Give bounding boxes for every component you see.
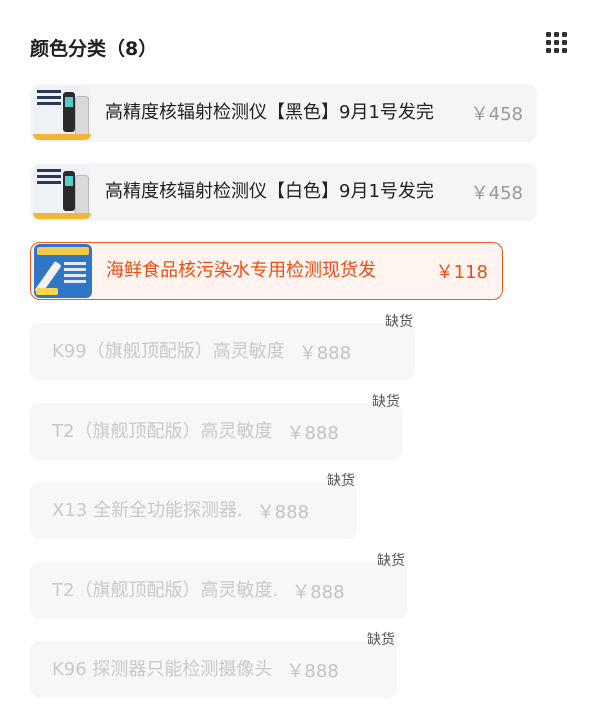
option-name: K99（旗舰顶配版）高灵敏度 — [52, 340, 285, 362]
option-k99-disabled: K99（旗舰顶配版）高灵敏度 ￥888 — [30, 323, 415, 380]
option-black-detector[interactable]: 高精度核辐射检测仪【黑色】9月1号发完 ￥458 — [30, 84, 537, 142]
option-price: ￥458 — [470, 104, 523, 125]
seafood-pen-tester-thumbnail — [34, 244, 92, 298]
option-name: X13 全新全功能探测器. — [52, 499, 243, 521]
grid-menu-icon[interactable] — [546, 32, 568, 54]
option-name: T2（旗舰顶配版）高灵敏度 — [52, 420, 273, 442]
option-name: K96 探测器只能检测摄像头 — [52, 658, 273, 680]
option-x13-disabled: X13 全新全功能探测器. ￥888 — [30, 482, 357, 539]
black-detector-thumbnail — [33, 86, 91, 140]
option-price: ￥888 — [286, 422, 339, 444]
option-name: 高精度核辐射检测仪【白色】9月1号发完 — [105, 181, 434, 202]
out-of-stock-badge: 缺货 — [327, 473, 355, 489]
option-price: ￥888 — [292, 581, 345, 603]
option-white-detector[interactable]: 高精度核辐射检测仪【白色】9月1号发完 ￥458 — [30, 163, 537, 221]
option-name: 海鲜食品核污染水专用检测现货发 — [106, 260, 376, 281]
out-of-stock-badge: 缺货 — [377, 553, 405, 569]
option-price: ￥888 — [256, 501, 310, 523]
option-price: ￥888 — [286, 660, 339, 682]
option-t2-disabled: T2（旗舰顶配版）高灵敏度 ￥888 — [30, 403, 402, 460]
out-of-stock-badge: 缺货 — [372, 394, 400, 410]
option-t2-dot-disabled: T2（旗舰顶配版）高灵敏度. ￥888 — [30, 562, 407, 619]
page-title: 颜色分类（8） — [30, 38, 158, 60]
option-name: T2（旗舰顶配版）高灵敏度. — [52, 579, 279, 601]
out-of-stock-badge: 缺货 — [367, 632, 395, 648]
option-name: 高精度核辐射检测仪【黑色】9月1号发完 — [105, 102, 434, 123]
out-of-stock-badge: 缺货 — [385, 314, 413, 330]
option-seafood-tester-selected[interactable]: 海鲜食品核污染水专用检测现货发 ￥118 — [30, 242, 503, 300]
option-price: ￥458 — [470, 183, 523, 204]
option-price: ￥888 — [298, 342, 352, 364]
option-price: ￥118 — [435, 262, 488, 283]
white-detector-thumbnail — [33, 165, 91, 219]
option-k96-disabled: K96 探测器只能检测摄像头 ￥888 — [30, 641, 397, 698]
